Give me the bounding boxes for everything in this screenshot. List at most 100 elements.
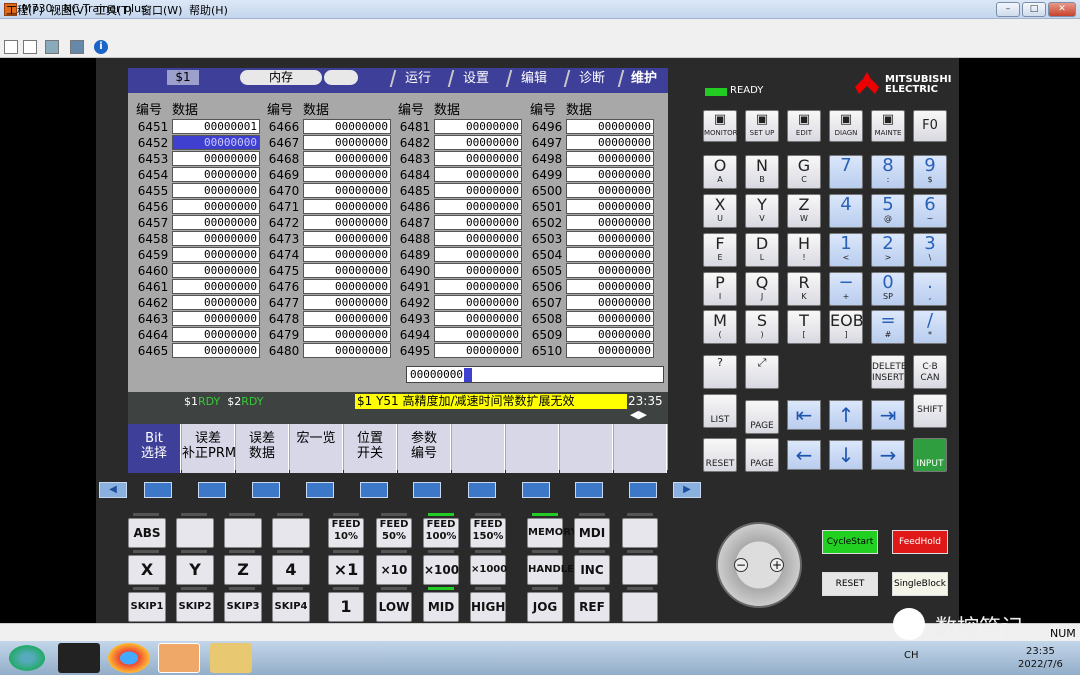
reset-button[interactable]: RESET xyxy=(822,572,878,596)
param-value[interactable]: 00000000 xyxy=(434,279,522,294)
alpha-key[interactable]: XU xyxy=(703,194,737,228)
param-value[interactable]: 00000000 xyxy=(434,247,522,262)
function-key-10[interactable] xyxy=(629,482,657,498)
operation-key[interactable]: INC xyxy=(574,555,610,585)
operation-key[interactable]: JOG xyxy=(527,592,563,622)
alpha-key[interactable]: RK xyxy=(787,272,821,306)
param-value[interactable]: 00000000 xyxy=(566,295,654,310)
numeric-key[interactable]: 8: xyxy=(871,155,905,189)
param-value[interactable]: 00000000 xyxy=(434,327,522,342)
alpha-key[interactable]: FE xyxy=(703,233,737,267)
numeric-key[interactable]: − + xyxy=(829,272,863,306)
param-value[interactable]: 00000000 xyxy=(172,247,260,262)
page-up-key[interactable]: PAGE xyxy=(745,400,779,434)
param-value[interactable]: 00000000 xyxy=(566,231,654,246)
numeric-key[interactable]: 6 ~ xyxy=(913,194,947,228)
param-value[interactable]: 00000000 xyxy=(566,135,654,150)
operation-key[interactable]: SKIP1 xyxy=(128,592,166,622)
softkey-10[interactable] xyxy=(614,424,667,473)
home-icon[interactable]: ⇤ xyxy=(787,400,821,430)
numeric-key[interactable]: 9 $ xyxy=(913,155,947,189)
softkey-3[interactable]: 误差 数据 xyxy=(236,424,289,473)
param-value[interactable]: 00000000 xyxy=(434,215,522,230)
screen-icon[interactable] xyxy=(45,40,59,54)
operation-key[interactable]: FEED 50% xyxy=(376,518,412,548)
param-value[interactable]: 00000000 xyxy=(566,119,654,134)
param-value[interactable]: 00000000 xyxy=(303,263,391,278)
softkey-1[interactable]: Bit 选择 xyxy=(128,424,181,473)
param-value[interactable]: 00000000 xyxy=(566,311,654,326)
softkey-8[interactable] xyxy=(506,424,559,473)
alpha-key[interactable]: YV xyxy=(745,194,779,228)
param-value[interactable]: 00000000 xyxy=(172,231,260,246)
param-value[interactable]: 00000000 xyxy=(172,151,260,166)
fn-key-edit[interactable]: ▣ EDIT xyxy=(787,110,821,142)
operation-key[interactable]: ×10 xyxy=(376,555,412,585)
numeric-key[interactable]: 4 xyxy=(829,194,863,228)
alpha-key[interactable]: GC xyxy=(787,155,821,189)
operation-key[interactable] xyxy=(176,518,214,548)
fn-key-set-up[interactable]: ▣ SET UP xyxy=(745,110,779,142)
input-field[interactable]: 00000000 xyxy=(406,366,664,383)
numeric-key[interactable]: ., xyxy=(913,272,947,306)
param-value[interactable]: 00000000 xyxy=(303,199,391,214)
window-icon[interactable] xyxy=(70,40,84,54)
param-value[interactable]: 00000000 xyxy=(434,311,522,326)
param-value[interactable]: 00000000 xyxy=(303,295,391,310)
numeric-key[interactable]: 0 SP xyxy=(871,272,905,306)
input-key[interactable]: INPUT xyxy=(913,438,947,472)
fn-key-mainte[interactable]: ▣ MAINTE xyxy=(871,110,905,142)
fn-key-diagn[interactable]: ▣ DIAGN xyxy=(829,110,863,142)
param-value[interactable]: 00000000 xyxy=(566,151,654,166)
param-value[interactable]: 00000000 xyxy=(434,119,522,134)
param-value[interactable]: 00000000 xyxy=(434,183,522,198)
function-key-6[interactable] xyxy=(413,482,441,498)
operation-key[interactable]: ×100 xyxy=(423,555,459,585)
numeric-key[interactable]: 5 @ xyxy=(871,194,905,228)
param-value[interactable]: 00000000 xyxy=(434,231,522,246)
alpha-key[interactable]: H! xyxy=(787,233,821,267)
menu-project[interactable]: 工程(P) xyxy=(6,2,43,18)
alpha-key[interactable]: NB xyxy=(745,155,779,189)
operation-key[interactable]: Y xyxy=(176,555,214,585)
param-value[interactable]: 00000000 xyxy=(434,167,522,182)
param-value[interactable]: 00000001 xyxy=(172,119,260,134)
menu-back-icon[interactable]: ◀ xyxy=(99,482,127,498)
tab-run[interactable]: 运行 xyxy=(389,70,445,87)
close-button[interactable]: ✕ xyxy=(1048,2,1076,17)
tab-edit[interactable]: 编辑 xyxy=(505,70,561,87)
alpha-key[interactable]: OA xyxy=(703,155,737,189)
operation-key[interactable] xyxy=(224,518,262,548)
new-file-icon[interactable] xyxy=(4,40,18,54)
menu-help[interactable]: 帮助(H) xyxy=(189,2,228,18)
shift-key[interactable]: SHIFT xyxy=(913,394,947,428)
operation-key[interactable]: MEMORY xyxy=(527,518,578,548)
operation-key[interactable] xyxy=(622,592,658,622)
param-value[interactable]: 00000000 xyxy=(434,135,522,150)
param-value[interactable]: 00000000 xyxy=(172,327,260,342)
param-value[interactable]: 00000000 xyxy=(566,215,654,230)
softkey-4[interactable]: 宏一览 xyxy=(290,424,343,473)
operation-key[interactable]: HIGH xyxy=(470,592,506,622)
operation-key[interactable] xyxy=(272,518,310,548)
function-key-3[interactable] xyxy=(252,482,280,498)
alpha-key[interactable]: T[ xyxy=(787,310,821,344)
param-value[interactable]: 00000000 xyxy=(434,295,522,310)
operation-key[interactable]: FEED 100% xyxy=(423,518,459,548)
param-value[interactable]: 00000000 xyxy=(303,151,391,166)
tab-diagn[interactable]: 诊断 xyxy=(563,70,619,87)
function-key-8[interactable] xyxy=(522,482,550,498)
param-value[interactable]: 00000000 xyxy=(172,295,260,310)
minimize-button[interactable]: – xyxy=(996,2,1020,17)
numeric-key[interactable]: 3 \ xyxy=(913,233,947,267)
operation-key[interactable]: SKIP2 xyxy=(176,592,214,622)
alpha-key[interactable]: EOB] xyxy=(829,310,864,344)
page-down-key[interactable]: PAGE xyxy=(745,438,779,472)
help-icon[interactable]: ? xyxy=(703,355,737,389)
function-key-7[interactable] xyxy=(468,482,496,498)
feed-hold-button[interactable]: FeedHold xyxy=(892,530,948,554)
param-value[interactable]: 00000000 xyxy=(303,311,391,326)
param-value[interactable]: 00000000 xyxy=(434,343,522,358)
param-value[interactable]: 00000000 xyxy=(172,311,260,326)
open-file-icon[interactable] xyxy=(23,40,37,54)
